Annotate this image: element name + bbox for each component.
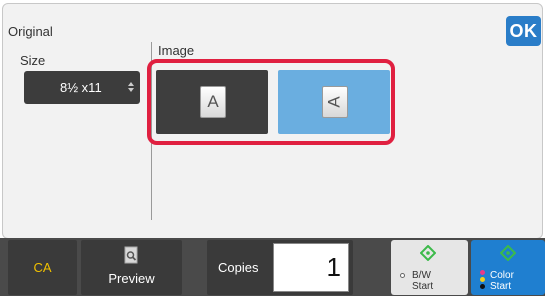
copies-label: Copies — [218, 260, 259, 275]
color-indicator-dot-magenta — [480, 270, 485, 275]
preview-magnifier-icon — [124, 246, 138, 264]
landscape-page-icon: A — [322, 86, 348, 118]
landscape-orientation-button[interactable]: A — [278, 70, 390, 134]
bw-start-line2: Start — [412, 281, 434, 292]
page-title: Original — [8, 24, 53, 39]
copies-control: Copies 1 — [207, 240, 353, 295]
bw-start-line1: B/W — [412, 270, 431, 281]
color-indicator-dot-black — [480, 284, 485, 289]
image-label: Image — [158, 43, 195, 58]
bw-indicator-dot — [400, 273, 405, 278]
portrait-glyph: A — [207, 92, 219, 111]
copies-input[interactable]: 1 — [273, 243, 349, 292]
color-start-line2: Start — [490, 281, 512, 292]
preview-button[interactable]: Preview — [81, 240, 182, 295]
portrait-page-icon: A — [200, 86, 226, 118]
portrait-orientation-button[interactable]: A — [156, 70, 268, 134]
up-down-arrows-icon — [128, 82, 134, 92]
size-select[interactable]: 8½ x11 — [24, 71, 140, 104]
size-select-value: 8½ x11 — [60, 80, 102, 95]
landscape-glyph: A — [325, 96, 344, 108]
preview-label: Preview — [108, 271, 155, 286]
start-diamond-icon — [420, 245, 436, 261]
color-start-label: Color Start — [490, 270, 514, 292]
color-indicator-dot-yellow — [480, 277, 485, 282]
color-start-button[interactable]: Color Start — [471, 240, 545, 295]
start-diamond-icon — [500, 245, 516, 261]
bw-start-button[interactable]: B/W Start — [391, 240, 468, 295]
ok-button[interactable]: OK — [506, 16, 541, 46]
ca-button[interactable]: CA — [8, 240, 77, 295]
color-start-line1: Color — [490, 270, 514, 281]
bw-start-label: B/W Start — [412, 270, 433, 292]
size-label: Size — [20, 53, 46, 68]
